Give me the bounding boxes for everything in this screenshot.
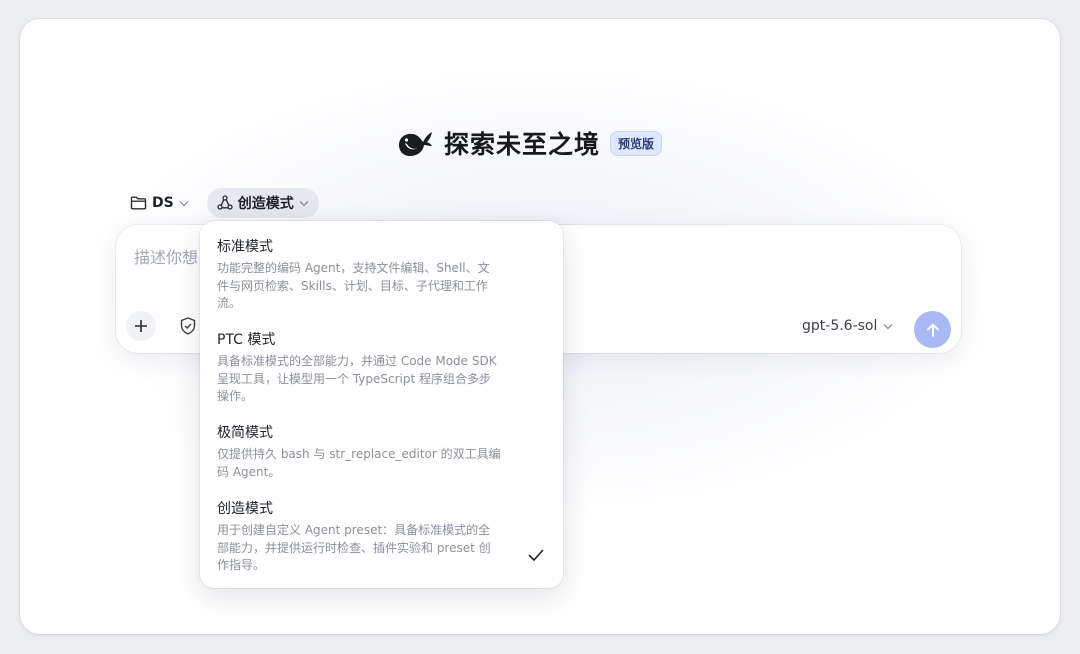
description-line: 具备标准模式的全部能力，并通过 Code Mode SDK: [217, 354, 497, 368]
folder-selector[interactable]: DS: [124, 188, 195, 218]
description-line: 部能力，并提供运行时检查、插件实验和 preset 创: [217, 540, 491, 555]
send-button[interactable]: [914, 311, 951, 348]
mode-label: 创造模式: [237, 196, 294, 212]
mode-option-title: 创造模式: [217, 501, 273, 517]
description-line: 用于创建自定义 Agent preset：具备标准模式的全: [217, 523, 491, 537]
mode-option-title: 极简模式: [217, 425, 273, 441]
mode-option-minimal[interactable]: 极简模式 仅提供持久 bash 与 str_replace_editor 的双工…: [217, 424, 523, 481]
mode-option-title: 标准模式: [217, 239, 273, 255]
mode-icon: [217, 195, 233, 210]
check-icon: [528, 549, 544, 561]
description-line: 作指导。: [217, 558, 266, 572]
shield-icon: [180, 317, 196, 335]
arrow-up-icon: [926, 323, 939, 337]
description-line: 操作。: [217, 389, 254, 403]
mode-option-description: 具备标准模式的全部能力，并通过 Code Mode SDK 呈现工具，让模型用一…: [217, 353, 523, 406]
mode-option-description: 用于创建自定义 Agent preset：具备标准模式的全 部能力，并提供运行时…: [217, 522, 523, 575]
mode-selector[interactable]: 创造模式: [206, 188, 319, 218]
composer-toolbar: DS 创造模式: [124, 188, 319, 218]
chevron-down-icon: [299, 200, 309, 206]
description-line: 件与网页检索、Skills、计划、目标、子代理和工作: [217, 278, 488, 293]
description-line: 呈现工具，让模型用一个 TypeScript 程序组合多步: [217, 371, 491, 386]
chevron-down-icon: [883, 323, 893, 329]
add-button[interactable]: [126, 311, 156, 341]
mode-dropdown-menu: 标准模式 功能完整的编码 Agent，支持文件编辑、Shell、文 件与网页检索…: [200, 221, 563, 588]
permission-button[interactable]: [178, 316, 198, 336]
description-line: 码 Agent。: [217, 464, 281, 479]
chevron-down-icon: [179, 200, 189, 206]
preview-badge: 预览版: [610, 130, 663, 156]
model-label: gpt-5.6-sol: [802, 318, 878, 334]
mode-option-ptc[interactable]: PTC 模式 具备标准模式的全部能力，并通过 Code Mode SDK 呈现工…: [217, 331, 523, 406]
description-line: 功能完整的编码 Agent，支持文件编辑、Shell、文: [217, 261, 490, 275]
description-line: 流。: [217, 296, 242, 310]
prompt-input[interactable]: 描述你想: [134, 244, 198, 268]
mode-option-create[interactable]: 创造模式 用于创建自定义 Agent preset：具备标准模式的全 部能力，并…: [217, 500, 523, 575]
mode-option-standard[interactable]: 标准模式 功能完整的编码 Agent，支持文件编辑、Shell、文 件与网页检索…: [217, 238, 523, 313]
app-window: 探索未至之境 预览版 DS 创造模式 描述你想 gpt-5.6-sol 标准模式…: [20, 19, 1060, 634]
folder-icon: [130, 196, 147, 210]
mode-option-title: PTC 模式: [217, 332, 276, 348]
whale-logo-icon: [399, 132, 432, 156]
plus-icon: [135, 320, 147, 332]
model-selector[interactable]: gpt-5.6-sol: [802, 318, 893, 334]
brand-title: 探索未至之境: [444, 130, 601, 159]
folder-label: DS: [152, 195, 174, 211]
description-line: 仅提供持久 bash 与 str_replace_editor 的双工具编: [217, 447, 501, 461]
mode-option-description: 仅提供持久 bash 与 str_replace_editor 的双工具编 码 …: [217, 446, 523, 481]
brand-header: 探索未至之境 预览版: [396, 125, 663, 161]
mode-option-description: 功能完整的编码 Agent，支持文件编辑、Shell、文 件与网页检索、Skil…: [217, 260, 523, 313]
